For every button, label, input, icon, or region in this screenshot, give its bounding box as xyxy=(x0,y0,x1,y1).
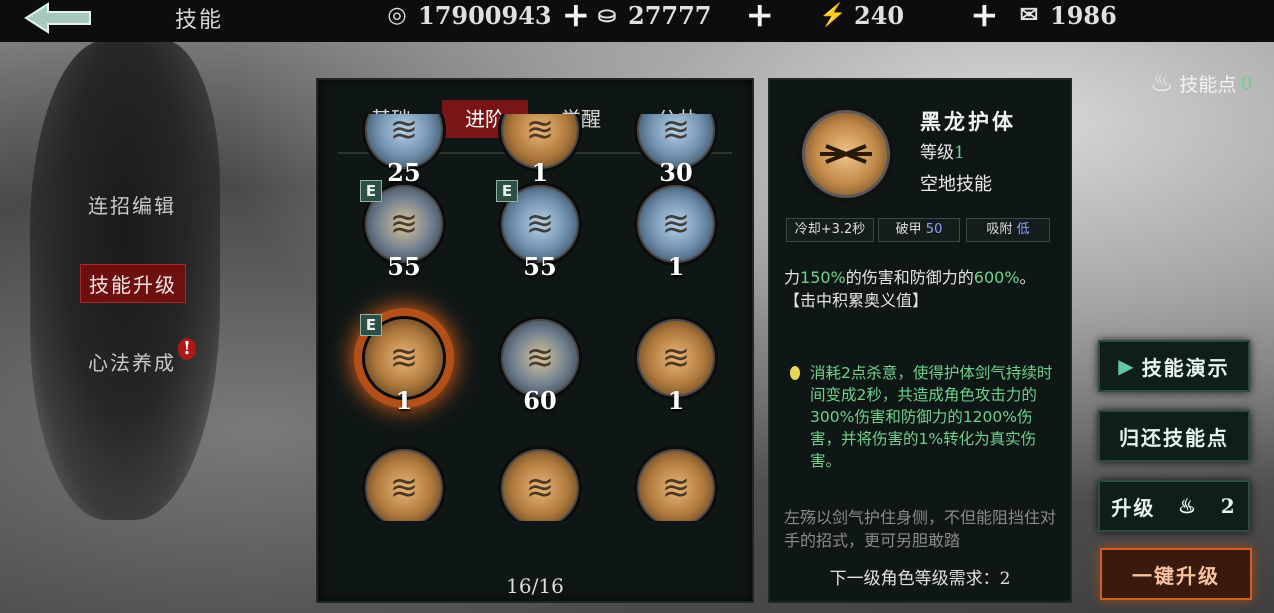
ticket-icon: ✉ xyxy=(1019,2,1039,28)
skill-description: 力150%的伤害和防御力的600%。 【击中积累奥义值】 xyxy=(784,266,1064,312)
level-requirement: 下一级角色等级需求：2 xyxy=(829,569,1011,589)
desc-attack-pct: 150% xyxy=(800,268,846,287)
desc-ougi-note: 【击中积累奥义值】 xyxy=(784,291,929,310)
resource-stamina: ⚡ 240 + xyxy=(818,0,998,35)
silver-ingot-icon: ⛀ xyxy=(597,2,617,28)
one-click-upgrade-button[interactable]: 一键升级 xyxy=(1100,548,1252,600)
equipped-badge: E xyxy=(360,314,382,336)
page-title: 技能 xyxy=(175,8,224,33)
add-silver-button[interactable]: + xyxy=(746,0,775,35)
coin-value: 17900943 xyxy=(418,0,552,30)
skill-level-label: 1 xyxy=(395,386,413,415)
sidebar-item-combo-edit[interactable]: 连招编辑 xyxy=(88,190,176,219)
chip-cooldown-label: 冷却+3.2秒 xyxy=(794,222,866,237)
black-dragon-guard-icon xyxy=(820,144,872,164)
ticket-value: 1986 xyxy=(1050,0,1117,30)
sidebar-item-mind-cultivation[interactable]: 心法养成 xyxy=(88,347,176,376)
desc-text: 。 xyxy=(1019,268,1036,287)
awaken-effect-text: 消耗2点杀意，使得护体剑气持续时间变成2秒，共造成角色攻击力的300%伤害和防御… xyxy=(810,364,1053,470)
skill-level-label: 55 xyxy=(523,252,557,281)
skill-level: 等级1 xyxy=(920,138,965,163)
desc-text: 力 xyxy=(784,268,801,287)
silver-value: 27777 xyxy=(628,0,712,30)
play-icon: ▶ xyxy=(1118,354,1136,378)
add-stamina-button[interactable]: + xyxy=(970,0,999,35)
skill-name: 黑龙护体 xyxy=(920,109,1016,134)
resource-ticket: ✉ 1986 xyxy=(1014,0,1117,30)
skill-level-label: 60 xyxy=(523,386,557,415)
flame-icon: ♨ xyxy=(1178,494,1198,518)
top-bar: 技能 ◎ 17900943 + ⛀ 27777 + ⚡ 240 + ✉ 1986 xyxy=(0,0,1274,42)
skill-demo-label: 技能演示 xyxy=(1141,355,1230,380)
skill-flavor-text: 左殇以剑气护住身侧，不但能阻挡住对手的招式，更可另胆敢踏 xyxy=(784,508,1057,550)
add-coin-button[interactable]: + xyxy=(562,0,591,35)
skill-level-value: 1 xyxy=(954,143,965,163)
skill-detail-panel: 黑龙护体 等级1 空地技能 冷却+3.2秒 破甲 50 吸附 低 力150%的伤… xyxy=(768,78,1072,603)
bullet-icon xyxy=(790,366,800,380)
skill-points-label: 技能点 xyxy=(1179,73,1237,96)
upgrade-cost: 2 xyxy=(1220,494,1237,518)
coin-icon: ◎ xyxy=(387,2,407,28)
alert-badge: ! xyxy=(178,338,196,360)
skill-level-label: 等级 xyxy=(920,143,954,163)
skill-demo-button[interactable]: ▶ 技能演示 xyxy=(1098,340,1250,392)
sidebar-item-skill-upgrade[interactable]: 技能升级 xyxy=(80,264,186,303)
equipped-badge: E xyxy=(360,180,382,202)
upgrade-label: 升级 xyxy=(1111,495,1156,520)
page-indicator: 16/16 xyxy=(506,574,564,598)
skill-list-panel: 基础 进阶 觉醒 公共 ≋25≋1≋30≋E55≋E55≋1≋E1≋60≋1≋1… xyxy=(316,78,754,603)
skill-level-label: 1 xyxy=(395,516,413,545)
stamina-value: 240 xyxy=(854,0,905,30)
chip-armor-break-value: 50 xyxy=(925,222,943,237)
chip-absorb: 吸附 低 xyxy=(966,218,1050,242)
skill-level-label: 1 xyxy=(531,516,549,545)
resource-coin: ◎ 17900943 + xyxy=(382,0,590,35)
refund-points-label: 归还技能点 xyxy=(1119,425,1229,450)
upgrade-button[interactable]: 升级 ♨ 2 xyxy=(1098,480,1250,532)
chip-armor-break: 破甲 50 xyxy=(878,218,960,242)
chip-absorb-value: 低 xyxy=(1016,222,1030,237)
skill-type: 空地技能 xyxy=(920,174,992,195)
skill-detail-icon xyxy=(798,106,894,202)
skill-points-display: ♨ 技能点 0 xyxy=(1150,68,1252,98)
chip-absorb-label: 吸附 xyxy=(986,222,1013,237)
equipped-badge: E xyxy=(496,180,518,202)
back-arrow-icon xyxy=(24,2,91,34)
chip-cooldown: 冷却+3.2秒 xyxy=(786,218,874,242)
back-button[interactable] xyxy=(18,0,98,36)
skill-level-label: 1 xyxy=(667,386,685,415)
flame-icon: ♨ xyxy=(1150,68,1174,98)
skill-points-value: 0 xyxy=(1240,72,1253,94)
stamina-lightning-icon: ⚡ xyxy=(819,2,847,28)
chip-armor-break-label: 破甲 xyxy=(895,222,922,237)
one-click-upgrade-label: 一键升级 xyxy=(1132,563,1220,588)
refund-points-button[interactable]: 归还技能点 xyxy=(1098,410,1250,462)
skill-level-label: 55 xyxy=(387,252,421,281)
skill-grid: ≋ 25 ≋ 1 ≋ 30 ≋ E 55 ≋ E 55 ≋ 1 ≋ E 1 ≋ 60 ≋ 1 ≋ 1 ≋ 1 ≋ 1 xyxy=(318,114,752,545)
desc-defense-pct: 600% xyxy=(973,268,1020,287)
resource-silver: ⛀ 27777 + xyxy=(592,0,774,35)
skill-level-label: 1 xyxy=(667,516,685,545)
desc-text: 的伤害和防御力的 xyxy=(845,268,974,287)
skill-level-label: 1 xyxy=(667,252,685,281)
